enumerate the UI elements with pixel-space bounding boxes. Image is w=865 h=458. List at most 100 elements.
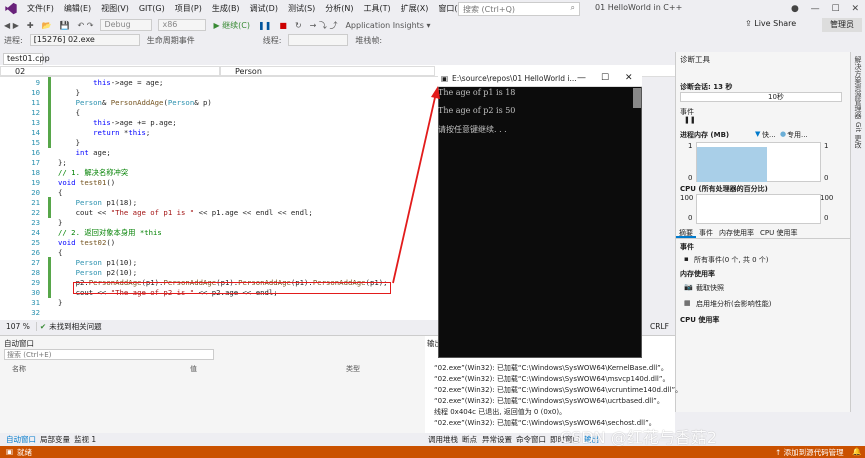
menu-item[interactable]: 项目(P) (170, 3, 207, 14)
close-button[interactable]: ✕ (852, 4, 860, 14)
memory-legend-private: 专用... (787, 131, 808, 139)
app-insights-icon[interactable]: Application Insights ▾ (341, 21, 434, 30)
undo-icon[interactable]: ↶ ↷ (74, 21, 98, 30)
stop-icon[interactable]: ■ (275, 21, 291, 30)
process-dropdown[interactable]: [15276] 02.exe (29, 34, 140, 46)
maximize-button[interactable]: ☐ (832, 4, 840, 14)
console-scrollbar[interactable] (633, 88, 641, 108)
autos-title: 自动窗口 (4, 339, 34, 348)
diag-tab-cpu[interactable]: CPU 使用率 (757, 228, 800, 238)
tab-exception-settings[interactable]: 异常设置 (482, 434, 512, 445)
cpu-title: CPU (所有处理器的百分比) (680, 185, 768, 193)
continue-button[interactable]: ▶ 继续(C) (209, 20, 254, 31)
memory-axis-bottom-right: 0 (824, 174, 829, 182)
console-titlebar: ▣ E:\source\repos\01 HelloWorld i... — ☐… (438, 70, 642, 87)
thread-dropdown[interactable] (288, 34, 349, 46)
console-close-button[interactable]: ✕ (625, 70, 633, 87)
tab-watch1[interactable]: 监视 1 (74, 434, 96, 445)
code-line[interactable]: 32 (0, 307, 440, 318)
autos-col-value[interactable]: 值 (190, 364, 197, 374)
open-icon[interactable]: 📂 (38, 21, 56, 30)
search-input[interactable]: 搜索 (Ctrl+Q) ⌕ (458, 2, 580, 16)
menu-item[interactable]: 扩展(X) (396, 3, 434, 14)
back-icon[interactable]: ◀ ▶ (0, 21, 23, 30)
new-item-icon[interactable]: ✚ (23, 21, 38, 30)
tab-breakpoints[interactable]: 断点 (462, 434, 477, 445)
diag-tab-summary[interactable]: 摘要 (676, 228, 696, 238)
events-icon: ▪ (684, 255, 689, 263)
status-ready: 就绪 (17, 448, 32, 457)
step-icons[interactable]: → ⤵ ⤴ (306, 20, 342, 31)
line-number: 32 (31, 308, 40, 317)
cpu-usage-title: CPU 使用率 (680, 316, 720, 324)
console-icon: ▣ (441, 74, 449, 83)
account-icon[interactable]: ● (791, 4, 799, 14)
timeline-ruler[interactable] (680, 92, 842, 102)
live-share-button[interactable]: ⇪ Live Share (745, 19, 796, 28)
diag-tabs: 摘要 事件 内存使用率 CPU 使用率 (676, 228, 851, 239)
autos-col-type[interactable]: 类型 (346, 364, 360, 374)
menu-item[interactable]: 分析(N) (320, 3, 358, 14)
lifecycle-events-button[interactable]: 生命周期事件 (143, 35, 199, 46)
timeline-tick: 10秒 (768, 93, 784, 101)
console-line: The age of p1 is 18 (438, 88, 516, 97)
menu-item[interactable]: 调试(D) (245, 3, 283, 14)
menu-item[interactable]: 视图(V) (96, 3, 134, 14)
cpu-chart[interactable] (696, 194, 821, 224)
menu-item[interactable]: 生成(B) (207, 3, 245, 14)
continue-label: 继续(C) (222, 20, 250, 30)
menu-item[interactable]: 测试(S) (283, 3, 320, 14)
heap-profile-toggle[interactable]: 启用堆分析(会影响性能) (696, 299, 771, 309)
menu-item[interactable]: GIT(G) (134, 4, 170, 13)
autos-search-input[interactable]: 搜索 (Ctrl+E) (4, 349, 214, 360)
standard-toolbar: ◀ ▶ ✚ 📂 💾 ↶ ↷ Debug x86 ▶ 继续(C) ❚❚ ■ ↻ →… (0, 17, 865, 33)
autos-col-name[interactable]: 名称 (12, 364, 26, 374)
tab-test01-cpp[interactable]: test01.cpp (3, 53, 50, 65)
memory-axis-top-left: 1 (688, 142, 693, 150)
menu-item[interactable]: 工具(T) (359, 3, 396, 14)
diag-tab-memory[interactable]: 内存使用率 (716, 228, 757, 238)
line-ending[interactable]: CRLF (650, 322, 669, 331)
diag-tab-events[interactable]: 事件 (696, 228, 716, 238)
tab-call-stack[interactable]: 调用堆栈 (428, 434, 458, 445)
add-source-control-button[interactable]: ↑ 添加到源代码管理 (775, 447, 844, 458)
menu-item[interactable]: 编辑(E) (59, 3, 96, 14)
take-snapshot-button[interactable]: 截取快照 (696, 283, 724, 293)
notifications-icon[interactable]: 🔔 (852, 447, 861, 456)
solution-explorer-tab[interactable]: 解决方案资源管理器 (853, 56, 863, 119)
memory-legend-fast: 快... (762, 131, 776, 139)
memory-chart[interactable] (696, 142, 821, 182)
git-changes-tab[interactable]: Git 更改 (853, 122, 863, 148)
tab-autos[interactable]: 自动窗口 (6, 434, 36, 445)
tab-command-window[interactable]: 命令窗口 (516, 434, 546, 445)
minimize-button[interactable]: — (811, 4, 820, 14)
issues-status[interactable]: 未找到相关问题 (49, 321, 102, 332)
tab-locals[interactable]: 局部变量 (40, 434, 70, 445)
platform-dropdown[interactable]: x86 (158, 19, 207, 31)
memory-axis-bottom-left: 0 (688, 174, 693, 182)
console-minimize-button[interactable]: — (577, 70, 586, 87)
diagnostic-tools-pane: 诊断工具 诊断会话: 13 秒 10秒 事件 ❚❚ 进程内存 (MB) ▼ 快.… (675, 52, 851, 412)
pause-icon[interactable]: ❚❚ (254, 21, 275, 30)
process-label: 进程: (4, 35, 23, 45)
member-dropdown[interactable]: Person (220, 66, 435, 76)
console-line: The age of p2 is 50 (438, 106, 516, 115)
output-line: “02.exe”(Win32): 已加载“C:\Windows\SysWOW64… (434, 397, 664, 405)
menu-item[interactable]: 文件(F) (22, 3, 59, 14)
output-line: “02.exe”(Win32): 已加载“C:\Windows\SysWOW64… (434, 386, 683, 394)
menu-bar: 文件(F) 编辑(E) 视图(V) GIT(G) 项目(P) 生成(B) 调试(D) 测试(S… (0, 0, 865, 17)
output-line: “02.exe”(Win32): 已加载“C:\Windows\SysWOW64… (434, 375, 670, 383)
restart-icon[interactable]: ↻ (291, 21, 306, 30)
memory-legend-private-icon: ● (780, 130, 787, 138)
memory-area (697, 147, 767, 182)
config-dropdown[interactable]: Debug (100, 19, 153, 31)
editor-status-bar: 107 % ✔ 未找到相关问题 CRLF (0, 320, 669, 332)
all-events-link[interactable]: 所有事件(0 个, 共 0 个) (694, 255, 769, 265)
console-maximize-button[interactable]: ☐ (601, 70, 609, 87)
save-icon[interactable]: 💾 (56, 21, 74, 30)
project-dropdown[interactable]: 02 (0, 66, 220, 76)
events-section-title: 事件 (680, 243, 694, 251)
admin-badge: 管理员 (822, 18, 862, 32)
zoom-level[interactable]: 107 % (0, 321, 37, 331)
debug-location-toolbar: 进程: [15276] 02.exe 生命周期事件 线程: 堆栈帧: (0, 33, 675, 47)
